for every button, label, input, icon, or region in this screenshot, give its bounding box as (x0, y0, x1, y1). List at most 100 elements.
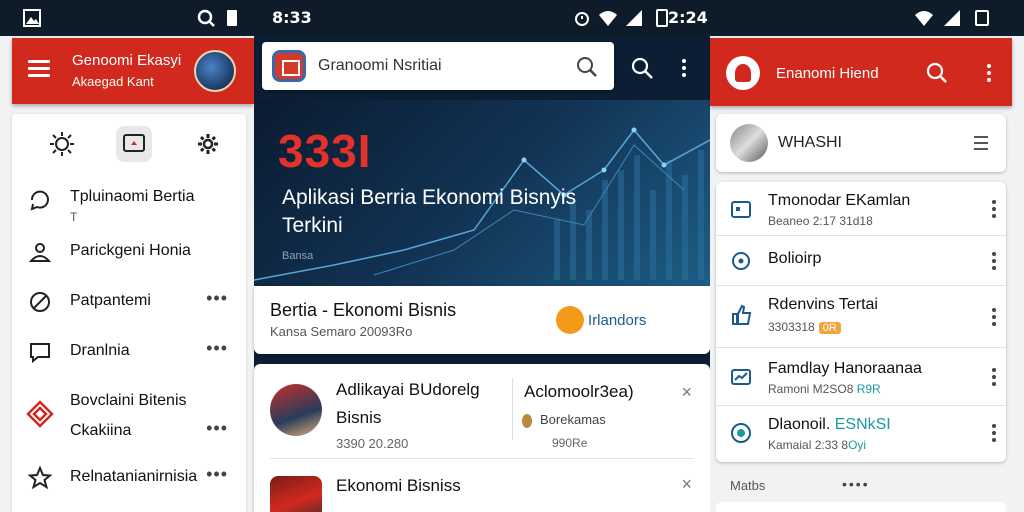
app-title: Enanomi Hiend (776, 65, 879, 82)
more-vert-icon[interactable] (992, 424, 996, 445)
drawer-item[interactable]: Patpantemi ••• (12, 288, 246, 318)
item-tag: Oyi (848, 438, 867, 452)
avatar[interactable] (194, 50, 236, 92)
drawer-item[interactable]: Parickgeni Honia (12, 238, 246, 268)
thumb-icon (732, 304, 752, 325)
headline-more-link[interactable]: Irlandors (588, 312, 646, 329)
news-icon[interactable] (116, 126, 152, 162)
search-bar[interactable]: Granoomi Nsritiai (262, 42, 614, 90)
target-icon (732, 252, 750, 270)
hero-number: 333I (278, 125, 372, 177)
item-title-highlight: ESNkSI (834, 416, 891, 433)
drawer-item[interactable]: Bovclaini Bitenis Ckakiina ••• (12, 384, 246, 440)
more-vert-icon[interactable] (992, 368, 996, 389)
middle-panel: Granoomi Nsritiai 333I Aplikasi Berria E… (254, 36, 710, 512)
footer-label: Matbs (730, 478, 766, 493)
battery-icon (227, 10, 237, 26)
search-icon[interactable] (926, 62, 948, 84)
headline-date: Kansa Semaro 20093Ro (270, 324, 413, 339)
drawer-item-label: Relnatanianirnisia (70, 468, 198, 485)
close-icon[interactable]: × (681, 474, 692, 495)
message-icon (30, 343, 50, 364)
more-icon[interactable]: ••• (206, 418, 228, 439)
news-title: Adlikayai BUdorelg (336, 380, 480, 399)
drawer-item-label-2: Ckakiina (70, 422, 132, 439)
item-subtitle: Ramoni M2SO8 R9R (768, 382, 881, 396)
more-icon[interactable]: ••• (206, 288, 228, 309)
leaf-icon (30, 292, 50, 312)
drawer-item-sub: T (70, 210, 78, 224)
profile-card[interactable]: WHASHI (716, 114, 1006, 172)
news-side-source: Borekamas (540, 412, 606, 427)
left-panel: Genoomi Ekasyi Akaegad Kant Tpluinaomi B… (0, 36, 256, 512)
list-item[interactable]: Rdenvins Tertai 3303318 0R (716, 286, 1006, 348)
more-vert-icon[interactable] (992, 252, 996, 273)
more-vert-icon[interactable] (978, 62, 1000, 84)
drawer-item[interactable]: Relnatanianirnisia ••• (12, 464, 246, 494)
status-bar: 8:33 2:24 (0, 0, 1024, 36)
zoom-icon (197, 9, 215, 27)
right-panel: Enanomi Hiend WHASHI Tmonodar EKamlan Be… (710, 36, 1024, 512)
search-icon[interactable] (576, 56, 598, 78)
close-icon[interactable]: × (681, 382, 692, 403)
footer-dots[interactable]: •••• (842, 476, 870, 492)
chat-icon (30, 190, 49, 211)
alarm-icon (575, 12, 589, 26)
item-subtitle: Kamaial 2:33 8Oyi (768, 438, 867, 452)
divider (512, 378, 513, 440)
more-vert-icon[interactable] (992, 200, 996, 221)
person-icon (28, 243, 52, 262)
more-icon[interactable]: ••• (206, 464, 228, 485)
list-item[interactable]: Tmonodar EKamlan Beaneo 2:17 31d18 (716, 182, 1006, 236)
news-thumbnail (270, 476, 322, 512)
drawer-item-label: Parickgeni Honia (70, 242, 191, 259)
wifi-icon (915, 11, 933, 26)
navigation-drawer: Tpluinaomi Bertia T Parickgeni Honia Pat… (12, 114, 246, 512)
headline-title: Bertia - Ekonomi Bisnis (270, 300, 457, 320)
news-title-2: Bisnis (336, 408, 382, 427)
news-item[interactable]: Ekonomi Bisniss × (254, 470, 710, 512)
news-thumbnail (270, 384, 322, 436)
coin-icon (522, 414, 532, 428)
news-title: Ekonomi Bisniss (336, 476, 461, 495)
news-side-date: 990Re (552, 436, 588, 450)
divider (270, 458, 694, 459)
more-vert-icon[interactable] (672, 56, 696, 80)
item-tag: 0R (818, 322, 841, 334)
battery-icon (975, 10, 989, 26)
app-logo-icon (272, 50, 306, 82)
drawer-item-label: Bovclaini Bitenis (70, 392, 187, 409)
news-date: 3390 20.280 (336, 436, 409, 451)
source-badge-icon (556, 306, 584, 334)
drawer-item-label: Tpluinaomi Bertia (70, 188, 195, 205)
news-list: Adlikayai BUdorelg Bisnis 3390 20.280 Ac… (254, 364, 710, 512)
gear-icon[interactable] (190, 126, 226, 162)
star-icon (28, 466, 52, 490)
app-logo-icon (726, 56, 760, 90)
news-item[interactable]: Adlikayai BUdorelg Bisnis 3390 20.280 Ac… (254, 378, 710, 462)
more-vert-icon[interactable] (992, 308, 996, 329)
calendar-icon (731, 201, 751, 218)
menu-icon[interactable] (28, 60, 50, 78)
news-side-title: Aclomoolr3ea) (524, 382, 634, 401)
drawer-item[interactable]: Dranlnia ••• (12, 338, 246, 368)
globe-icon (731, 423, 751, 443)
drawer-item-label: Patpantemi (70, 292, 151, 309)
drawer-item-label: Dranlnia (70, 342, 130, 359)
sun-icon[interactable] (44, 126, 80, 162)
item-title: Tmonodar EKamlan (768, 192, 911, 209)
search-text: Granoomi Nsritiai (318, 57, 442, 74)
menu-icon[interactable] (974, 136, 988, 154)
hero-title: Aplikasi Berria Ekonomi Bisnyis Terkini (282, 186, 577, 237)
list-item[interactable]: Dlaonoil. ESNkSI Kamaial 2:33 8Oyi (716, 406, 1006, 462)
search-icon[interactable] (630, 56, 654, 80)
signal-icon (626, 10, 642, 26)
headline-card[interactable]: Bertia - Ekonomi Bisnis Kansa Semaro 200… (254, 286, 710, 354)
diamond-icon (26, 400, 54, 428)
list-item[interactable]: Bolioirp (716, 236, 1006, 286)
hero-banner[interactable]: 333I Aplikasi Berria Ekonomi Bisnyis Ter… (254, 100, 710, 286)
list-item[interactable]: Famdlay Hanoraanaa Ramoni M2SO8 R9R (716, 348, 1006, 406)
right-list: Tmonodar EKamlan Beaneo 2:17 31d18 Bolio… (716, 182, 1006, 462)
more-icon[interactable]: ••• (206, 338, 228, 359)
drawer-item[interactable]: Tpluinaomi Bertia T (12, 186, 246, 230)
